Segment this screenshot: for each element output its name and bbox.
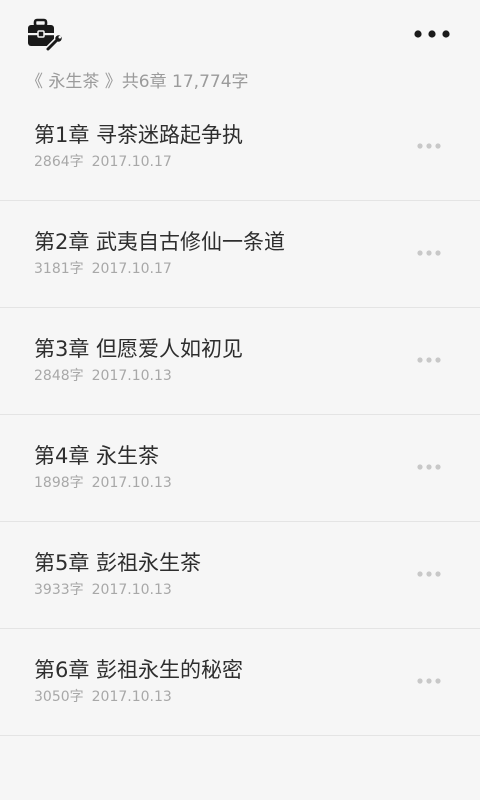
chapter-word-count: 3181字 (34, 261, 84, 277)
chapter-row[interactable]: 第1章 寻茶迷路起争执 2864字 2017.10.17 (0, 94, 480, 201)
chapter-title: 第4章 永生茶 (34, 444, 160, 468)
book-summary: 《 永生茶 》共6章 17,774字 (26, 70, 249, 94)
more-horizontal-icon (417, 250, 441, 256)
chapter-date: 2017.10.13 (91, 368, 172, 384)
toolbox-button[interactable] (26, 18, 62, 52)
more-horizontal-icon (417, 357, 441, 363)
toolbox-icon (28, 18, 62, 52)
more-horizontal-icon (414, 30, 450, 38)
more-horizontal-icon (417, 678, 441, 684)
chapter-meta: 2848字 2017.10.13 (34, 366, 172, 386)
chapter-title: 第3章 但愿爱人如初见 (34, 337, 244, 361)
chapter-more-button[interactable] (416, 245, 442, 259)
book-title: 《 永生茶 》 (26, 72, 122, 92)
more-horizontal-icon (417, 464, 441, 470)
chapter-meta: 2864字 2017.10.17 (34, 152, 172, 172)
chapter-more-button[interactable] (416, 352, 442, 366)
chapter-row[interactable]: 第3章 但愿爱人如初见 2848字 2017.10.13 (0, 308, 480, 415)
chapter-meta: 3933字 2017.10.13 (34, 580, 172, 600)
chapter-word-count: 2848字 (34, 368, 84, 384)
chapter-list: 第1章 寻茶迷路起争执 2864字 2017.10.17 第2章 武夷自古修仙一条… (0, 94, 480, 736)
book-stats: 共6章 17,774字 (121, 72, 249, 92)
top-toolbar (0, 0, 480, 68)
chapter-title: 第6章 彭祖永生的秘密 (34, 658, 244, 682)
chapter-date: 2017.10.17 (91, 261, 172, 277)
chapter-date: 2017.10.13 (91, 475, 172, 491)
chapter-more-button[interactable] (416, 138, 442, 152)
chapter-title: 第1章 寻茶迷路起争执 (34, 123, 244, 147)
chapter-meta: 1898字 2017.10.13 (34, 473, 172, 493)
chapter-more-button[interactable] (416, 459, 442, 473)
chapter-date: 2017.10.13 (91, 689, 172, 705)
chapter-row[interactable]: 第5章 彭祖永生茶 3933字 2017.10.13 (0, 522, 480, 629)
chapter-row[interactable]: 第4章 永生茶 1898字 2017.10.13 (0, 415, 480, 522)
chapter-row[interactable]: 第2章 武夷自古修仙一条道 3181字 2017.10.17 (0, 201, 480, 308)
chapter-date: 2017.10.13 (91, 582, 172, 598)
chapter-title: 第5章 彭祖永生茶 (34, 551, 202, 575)
chapter-row[interactable]: 第6章 彭祖永生的秘密 3050字 2017.10.13 (0, 629, 480, 736)
chapter-word-count: 3050字 (34, 689, 84, 705)
chapter-word-count: 1898字 (34, 475, 84, 491)
chapter-date: 2017.10.17 (91, 154, 172, 170)
more-horizontal-icon (417, 571, 441, 577)
chapter-meta: 3050字 2017.10.13 (34, 687, 172, 707)
chapter-word-count: 3933字 (34, 582, 84, 598)
more-horizontal-icon (417, 143, 441, 149)
chapter-more-button[interactable] (416, 566, 442, 580)
chapter-word-count: 2864字 (34, 154, 84, 170)
chapter-title: 第2章 武夷自古修仙一条道 (34, 230, 286, 254)
chapter-more-button[interactable] (416, 673, 442, 687)
more-options-button[interactable] (412, 24, 452, 44)
chapter-meta: 3181字 2017.10.17 (34, 259, 172, 279)
